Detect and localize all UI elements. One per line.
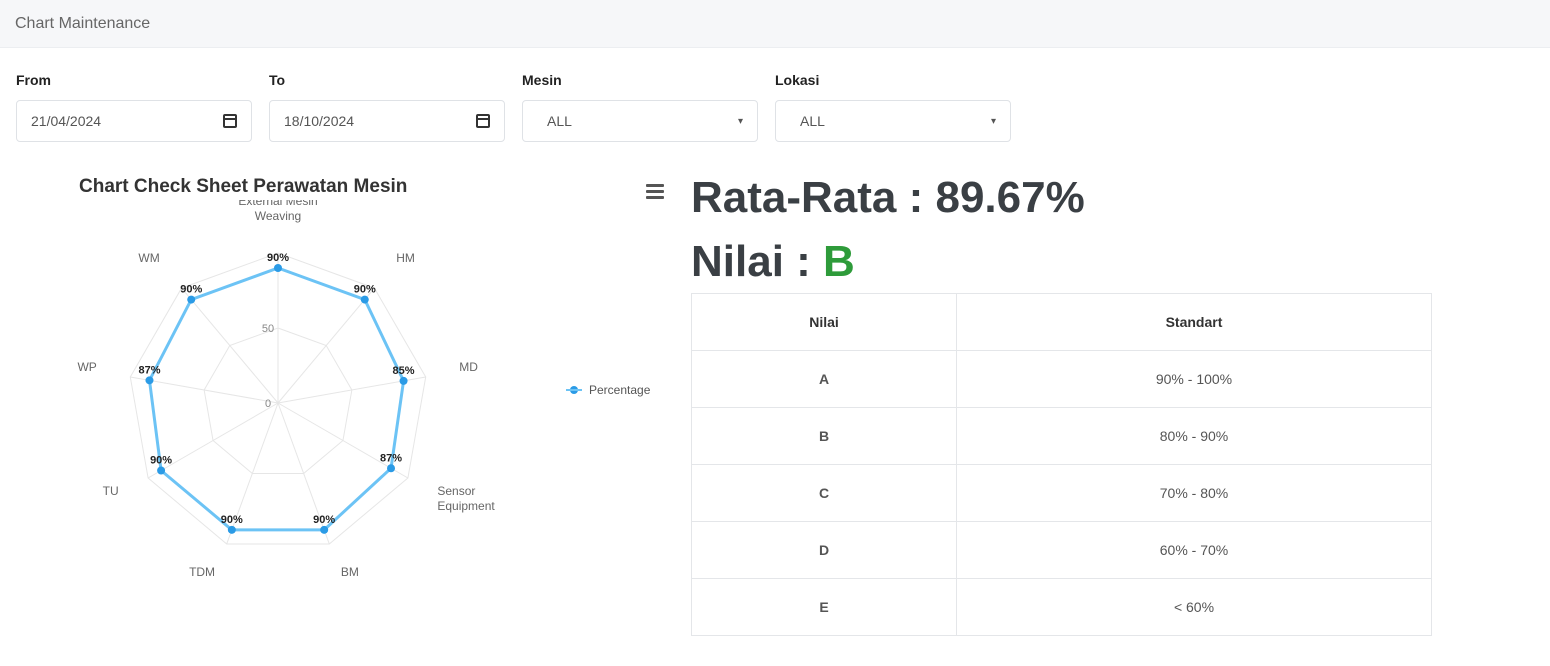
radial-tick-label: 50: [262, 323, 274, 335]
data-point: [145, 376, 154, 385]
data-label: 87%: [138, 364, 160, 376]
lokasi-filter: Lokasi ALL ▾: [775, 72, 1028, 142]
table-row: D 60% - 70%: [691, 521, 1432, 579]
radar-spoke: [147, 402, 279, 479]
lokasi-select[interactable]: ALL ▾: [775, 100, 1011, 142]
summary-panel: Rata-Rata : 89.67% Nilai : B: [691, 170, 1085, 290]
table-header-row: Nilai Standart: [691, 293, 1432, 351]
from-date-value: 21/04/2024: [31, 113, 102, 129]
mesin-filter: Mesin ALL ▾: [522, 72, 775, 142]
range-cell: 70% - 80%: [956, 464, 1432, 522]
from-date-input[interactable]: 21/04/2024: [16, 100, 252, 142]
range-cell: 90% - 100%: [956, 350, 1432, 408]
data-label: 90%: [313, 514, 335, 526]
to-label: To: [269, 72, 286, 88]
grade-display: Nilai : B: [691, 234, 1085, 290]
data-point: [227, 525, 236, 534]
range-cell: 80% - 90%: [956, 407, 1432, 465]
radar-spoke: [181, 287, 279, 404]
data-label: 87%: [380, 452, 402, 464]
range-cell: 60% - 70%: [956, 521, 1432, 579]
data-point: [157, 466, 166, 475]
grade-cell: C: [691, 464, 957, 522]
page-title: Chart Maintenance: [15, 14, 151, 32]
data-point: [360, 295, 369, 304]
mesin-label: Mesin: [522, 72, 562, 88]
to-filter: To 18/10/2024: [269, 72, 522, 142]
category-label: WP: [77, 360, 96, 374]
table-row: A 90% - 100%: [691, 350, 1432, 408]
data-label: 90%: [180, 284, 202, 296]
category-label: BM: [341, 565, 359, 579]
range-cell: < 60%: [956, 578, 1432, 636]
mesin-selected-value: ALL: [547, 113, 572, 129]
calendar-icon[interactable]: [476, 114, 490, 128]
mesin-select[interactable]: ALL ▾: [522, 100, 758, 142]
average-score: Rata-Rata : 89.67%: [691, 173, 1085, 222]
lokasi-label: Lokasi: [775, 72, 820, 88]
data-point: [187, 295, 196, 304]
category-label: HM: [396, 251, 415, 265]
category-label: WM: [138, 251, 159, 265]
from-label: From: [16, 72, 51, 88]
legend-label: Percentage: [589, 383, 651, 397]
data-label: 90%: [150, 455, 172, 467]
lokasi-selected-value: ALL: [800, 113, 825, 129]
to-date-value: 18/10/2024: [284, 113, 355, 129]
data-point: [387, 464, 396, 473]
category-label: TU: [103, 484, 119, 498]
chevron-down-icon: ▾: [737, 115, 743, 127]
data-label: 90%: [354, 284, 376, 296]
data-label: 90%: [221, 514, 243, 526]
series-line: [147, 266, 406, 532]
filter-bar: From 21/04/2024 To 18/10/2024 Mesin ALL …: [16, 72, 1028, 142]
grade-cell: B: [691, 407, 957, 465]
table-row: B 80% - 90%: [691, 407, 1432, 465]
table-row: E < 60%: [691, 578, 1432, 636]
column-header-standart: Standart: [956, 293, 1432, 351]
grade-cell: A: [691, 350, 957, 408]
category-label: External Mesin Weaving: [238, 200, 317, 223]
grade-cell: D: [691, 521, 957, 579]
chart-title: Chart Check Sheet Perawatan Mesin: [79, 176, 408, 197]
category-label: MD: [459, 360, 478, 374]
column-header-nilai: Nilai: [691, 293, 957, 351]
grade-cell: E: [691, 578, 957, 636]
data-label: 85%: [393, 365, 415, 377]
data-point: [320, 525, 329, 534]
table-row: C 70% - 80%: [691, 464, 1432, 522]
grade-value: B: [823, 237, 855, 286]
radial-tick-label: 0: [265, 398, 271, 410]
to-date-input[interactable]: 18/10/2024: [269, 100, 505, 142]
grade-standards-table: Nilai Standart A 90% - 100% B 80% - 90% C7…: [691, 293, 1432, 636]
data-point: [399, 376, 408, 385]
grade-label: Nilai :: [691, 237, 824, 286]
radar-spoke: [277, 287, 375, 404]
data-point: [274, 264, 282, 272]
category-label: Sensor Equipment: [437, 484, 495, 513]
radar-chart: 0 50 External Mesin Weaving HM MD Sensor Equipm…: [77, 200, 651, 579]
top-bar: Chart Maintenance: [0, 0, 1550, 48]
calendar-icon[interactable]: [223, 114, 237, 128]
data-label: 90%: [267, 252, 289, 264]
chevron-down-icon: ▾: [990, 115, 996, 127]
from-filter: From 21/04/2024: [16, 72, 269, 142]
category-label: TDM: [189, 565, 215, 579]
